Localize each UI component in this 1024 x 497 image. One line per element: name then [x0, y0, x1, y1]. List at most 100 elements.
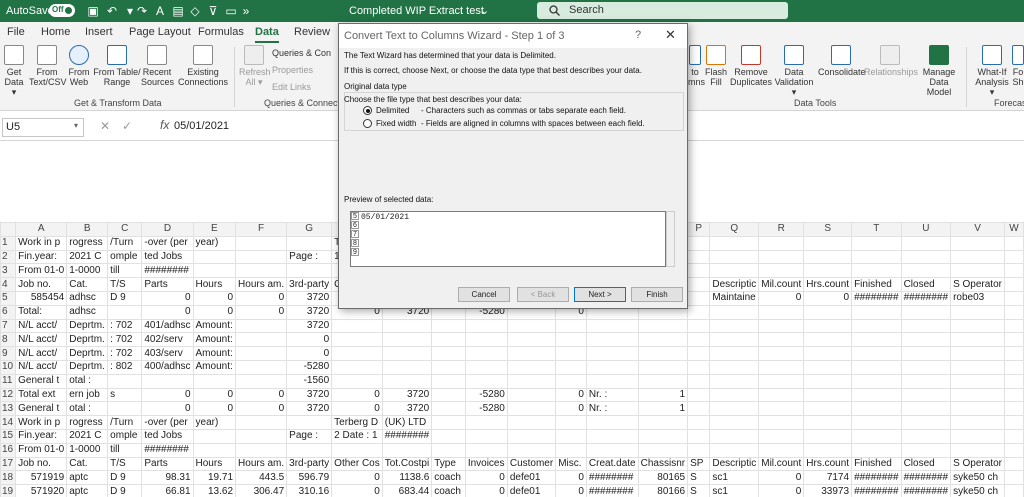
- cell[interactable]: year): [192, 235, 237, 251]
- search-box[interactable]: Search: [537, 2, 788, 19]
- cell[interactable]: aptc: [66, 484, 109, 497]
- refresh-all-button[interactable]: Refresh All ▾: [239, 45, 271, 87]
- tab-formulas[interactable]: Formulas: [198, 22, 244, 43]
- cell[interactable]: [687, 387, 711, 403]
- cell[interactable]: : 702: [107, 332, 143, 348]
- cell[interactable]: rogress: [66, 235, 109, 251]
- cell[interactable]: [803, 346, 853, 361]
- cell[interactable]: S: [687, 470, 711, 486]
- cell[interactable]: [687, 249, 711, 265]
- column-header[interactable]: T: [851, 222, 902, 237]
- cell[interactable]: [900, 428, 952, 444]
- cell[interactable]: Creat.date: [585, 456, 639, 472]
- cell[interactable]: year): [192, 415, 237, 430]
- cell[interactable]: [637, 318, 689, 334]
- cell[interactable]: Deprtm.: [66, 332, 109, 348]
- data-validation-button[interactable]: Data Validation ▾: [772, 45, 816, 97]
- cell[interactable]: 585454: [15, 290, 68, 306]
- cell[interactable]: [235, 346, 288, 361]
- cell[interactable]: [950, 373, 1005, 389]
- cell[interactable]: [464, 346, 508, 361]
- cell[interactable]: 0: [235, 401, 288, 417]
- cell[interactable]: [950, 304, 1005, 320]
- column-header[interactable]: V: [950, 222, 1005, 237]
- cell[interactable]: [555, 359, 587, 375]
- row-header[interactable]: 16: [0, 442, 17, 458]
- column-header[interactable]: E: [192, 222, 237, 237]
- cell[interactable]: [900, 263, 952, 279]
- cell[interactable]: Job no.: [15, 456, 68, 472]
- cell[interactable]: [687, 235, 711, 251]
- cell[interactable]: [431, 332, 466, 348]
- cell[interactable]: [709, 415, 760, 430]
- cell[interactable]: [141, 373, 194, 389]
- cell[interactable]: Job no.: [15, 277, 68, 292]
- cell[interactable]: [192, 428, 237, 444]
- cell[interactable]: [900, 249, 952, 265]
- cell[interactable]: 401/adhsc: [141, 318, 194, 334]
- cell[interactable]: SP: [687, 456, 711, 472]
- column-header[interactable]: W: [1003, 222, 1024, 237]
- cell[interactable]: aptc: [66, 470, 109, 486]
- cell[interactable]: [192, 263, 237, 279]
- close-icon[interactable]: ✕: [665, 27, 676, 43]
- cell[interactable]: [709, 373, 760, 389]
- shapes-icon[interactable]: ◇: [187, 3, 203, 19]
- cell[interactable]: [709, 442, 760, 458]
- cell[interactable]: [381, 346, 433, 361]
- queries-connections-button[interactable]: Queries & Con: [272, 48, 331, 59]
- cell[interactable]: Invoices: [464, 456, 508, 472]
- cell[interactable]: [506, 346, 557, 361]
- cell[interactable]: [709, 387, 760, 403]
- cell[interactable]: coach: [431, 484, 466, 497]
- cell[interactable]: [950, 249, 1005, 265]
- cell[interactable]: [1003, 428, 1024, 444]
- cell[interactable]: Descriptic: [709, 277, 760, 292]
- cell[interactable]: -5280: [464, 387, 508, 403]
- cell[interactable]: [900, 359, 952, 375]
- cell[interactable]: 2 Date : 1: [331, 428, 383, 444]
- cell[interactable]: [431, 346, 466, 361]
- cell[interactable]: -over (per: [141, 235, 194, 251]
- cancel-button[interactable]: Cancel: [458, 287, 510, 302]
- cell[interactable]: Closed: [900, 277, 952, 292]
- cell[interactable]: Total ext: [15, 387, 68, 403]
- cell[interactable]: [637, 428, 689, 444]
- cell[interactable]: [950, 263, 1005, 279]
- from-text-csv-button[interactable]: From Text/CSV: [29, 45, 67, 87]
- cell[interactable]: [803, 428, 853, 444]
- cell[interactable]: s: [107, 387, 143, 403]
- cell[interactable]: 3720: [381, 387, 433, 403]
- cell[interactable]: [950, 346, 1005, 361]
- cell[interactable]: [803, 263, 853, 279]
- cell[interactable]: [851, 249, 902, 265]
- save-icon[interactable]: ▣: [85, 3, 101, 19]
- cell[interactable]: otal :: [66, 373, 109, 389]
- cell[interactable]: [381, 359, 433, 375]
- cell[interactable]: Work in p: [15, 415, 68, 430]
- cell[interactable]: General t: [15, 401, 68, 417]
- cell[interactable]: [803, 373, 853, 389]
- cell[interactable]: [687, 304, 711, 320]
- cell[interactable]: [381, 332, 433, 348]
- cell[interactable]: Tot.Costpi: [381, 456, 433, 472]
- cell[interactable]: 3720: [286, 401, 333, 417]
- cell[interactable]: [464, 359, 508, 375]
- cell[interactable]: [758, 346, 805, 361]
- cell[interactable]: Cat.: [66, 456, 109, 472]
- cell[interactable]: Maintaine: [709, 290, 760, 306]
- cell[interactable]: 2021 C: [66, 428, 109, 444]
- redo-icon[interactable]: ↷: [134, 3, 150, 19]
- cell[interactable]: [555, 428, 587, 444]
- cell[interactable]: 400/adhsc: [141, 359, 194, 375]
- cell[interactable]: [900, 387, 952, 403]
- cell[interactable]: 0: [758, 484, 805, 497]
- cell[interactable]: 683.44: [381, 484, 433, 497]
- cell[interactable]: 306.47: [235, 484, 288, 497]
- cell[interactable]: [331, 373, 383, 389]
- cell[interactable]: [555, 332, 587, 348]
- view-icon[interactable]: ▭: [223, 3, 239, 19]
- cell[interactable]: [506, 415, 557, 430]
- cell[interactable]: Cat.: [66, 277, 109, 292]
- cell[interactable]: 80165: [637, 470, 689, 486]
